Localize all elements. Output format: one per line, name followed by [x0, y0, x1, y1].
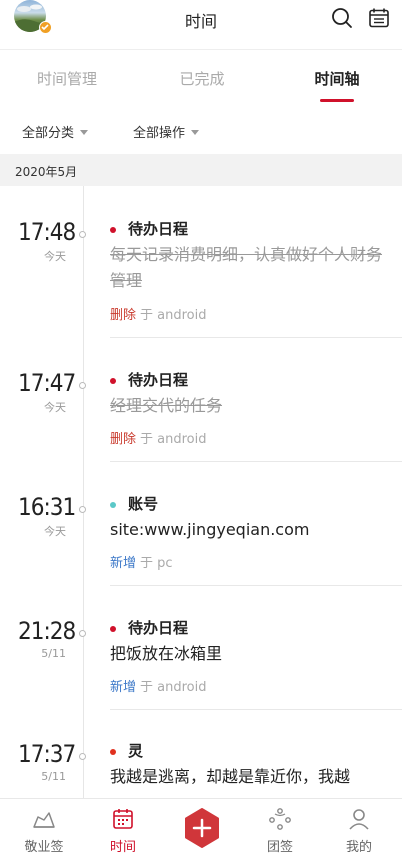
nav-label: 时间 — [109, 840, 136, 855]
entry-category: 待办日程 — [128, 371, 189, 389]
timeline-entry[interactable]: 17:37 5/11 灵 我越是逃离，却越是靠近你，我越 — [0, 740, 402, 798]
bottom-nav: 敬业签 时间 团签 我的 — [0, 798, 402, 859]
timeline-entry[interactable]: 16:31 今天 账号 site:www.jingyeqian.com 新增于 … — [0, 493, 402, 586]
add-button[interactable] — [181, 807, 223, 849]
operation-filter-label: 全部操作 — [133, 126, 186, 141]
entry-time: 21:28 — [18, 617, 76, 645]
timeline-node — [79, 231, 86, 238]
entry-time: 16:31 — [18, 493, 76, 521]
profile-icon — [349, 809, 369, 830]
operation-filter[interactable]: 全部操作 — [133, 122, 200, 141]
entry-date: 今天 — [44, 250, 66, 263]
entry-meta: 新增于 pc — [110, 552, 173, 571]
search-icon[interactable] — [331, 7, 353, 29]
team-icon — [269, 808, 291, 830]
timeline-entry[interactable]: 17:47 今天 待办日程 经理交代的任务 删除于 android — [0, 369, 402, 462]
entry-date: 今天 — [44, 525, 66, 538]
month-header: 2020年5月 — [0, 154, 402, 186]
timeline-node — [79, 753, 86, 760]
timeline-node — [79, 506, 86, 513]
timeline-list[interactable]: 17:48 今天 待办日程 每天记录消费明细，认真做好个人财务管理 删除于 an… — [0, 186, 402, 798]
entry-via: 于 pc — [140, 556, 173, 571]
entry-divider — [110, 337, 402, 338]
nav-label: 团签 — [266, 840, 293, 855]
nav-label: 我的 — [345, 840, 372, 855]
tab-bar: 时间管理 已完成 时间轴 — [0, 50, 402, 102]
nav-profile[interactable]: 我的 — [319, 799, 399, 859]
entry-date: 5/11 — [41, 770, 66, 783]
category-dot — [110, 502, 116, 508]
entry-meta: 新增于 android — [110, 676, 206, 695]
entry-time: 17:47 — [18, 369, 76, 397]
entry-action: 删除 — [110, 432, 137, 447]
add-icon — [185, 808, 219, 848]
entry-action: 新增 — [110, 680, 137, 695]
entry-divider — [110, 585, 402, 586]
entry-meta: 删除于 android — [110, 428, 206, 447]
entry-meta: 删除于 android — [110, 304, 206, 323]
entry-content: 把饭放在冰箱里 — [110, 644, 223, 663]
entry-category: 灵 — [128, 742, 144, 760]
filter-bar: 全部分类 全部操作 — [0, 102, 402, 154]
entry-category: 账号 — [128, 495, 159, 513]
month-label: 2020年5月 — [15, 165, 78, 179]
caret-down-icon — [80, 130, 89, 135]
timeline-entry[interactable]: 21:28 5/11 待办日程 把饭放在冰箱里 新增于 android — [0, 617, 402, 710]
tab-completed[interactable]: 已完成 — [147, 68, 257, 89]
category-dot — [110, 749, 116, 755]
entry-via: 于 android — [140, 680, 207, 695]
app-root: 时间 时间管理 已完成 时间轴 全部分类 全部操作 2020年5月 17:48 … — [0, 0, 402, 859]
category-dot — [110, 378, 116, 384]
entry-time: 17:37 — [18, 740, 76, 768]
jingyeqian-icon — [33, 812, 55, 828]
caret-down-icon — [191, 130, 200, 135]
nav-time[interactable]: 时间 — [83, 799, 163, 859]
entry-time: 17:48 — [18, 218, 76, 246]
timeline-node — [79, 382, 86, 389]
nav-label: 敬业签 — [24, 840, 64, 855]
nav-team[interactable]: 团签 — [240, 799, 320, 859]
nav-jingyeqian[interactable]: 敬业签 — [4, 799, 84, 859]
entry-divider — [110, 461, 402, 462]
entry-action: 删除 — [110, 308, 137, 323]
entry-content: 每天记录消费明细，认真做好个人财务管理 — [110, 245, 383, 290]
entry-date: 今天 — [44, 401, 66, 414]
entry-category: 待办日程 — [128, 220, 189, 238]
tab-time-management[interactable]: 时间管理 — [12, 68, 122, 89]
category-dot — [110, 227, 116, 233]
category-filter-label: 全部分类 — [22, 126, 75, 141]
entry-date: 5/11 — [41, 647, 66, 660]
entry-category: 待办日程 — [128, 619, 189, 637]
calendar-view-icon[interactable] — [368, 7, 390, 29]
entry-action: 新增 — [110, 556, 137, 571]
entry-content: site:www.jingyeqian.com — [110, 520, 310, 539]
timeline-node — [79, 630, 86, 637]
entry-divider — [110, 709, 402, 710]
entry-via: 于 android — [140, 308, 207, 323]
calendar-icon — [113, 809, 133, 829]
top-bar: 时间 — [0, 0, 402, 50]
timeline-entry[interactable]: 17:48 今天 待办日程 每天记录消费明细，认真做好个人财务管理 删除于 an… — [0, 218, 402, 338]
category-filter[interactable]: 全部分类 — [22, 122, 89, 141]
tab-timeline[interactable]: 时间轴 — [282, 68, 392, 89]
entry-content: 我越是逃离，却越是靠近你，我越 — [110, 767, 351, 786]
entry-via: 于 android — [140, 432, 207, 447]
category-dot — [110, 626, 116, 632]
entry-content: 经理交代的任务 — [110, 396, 223, 415]
